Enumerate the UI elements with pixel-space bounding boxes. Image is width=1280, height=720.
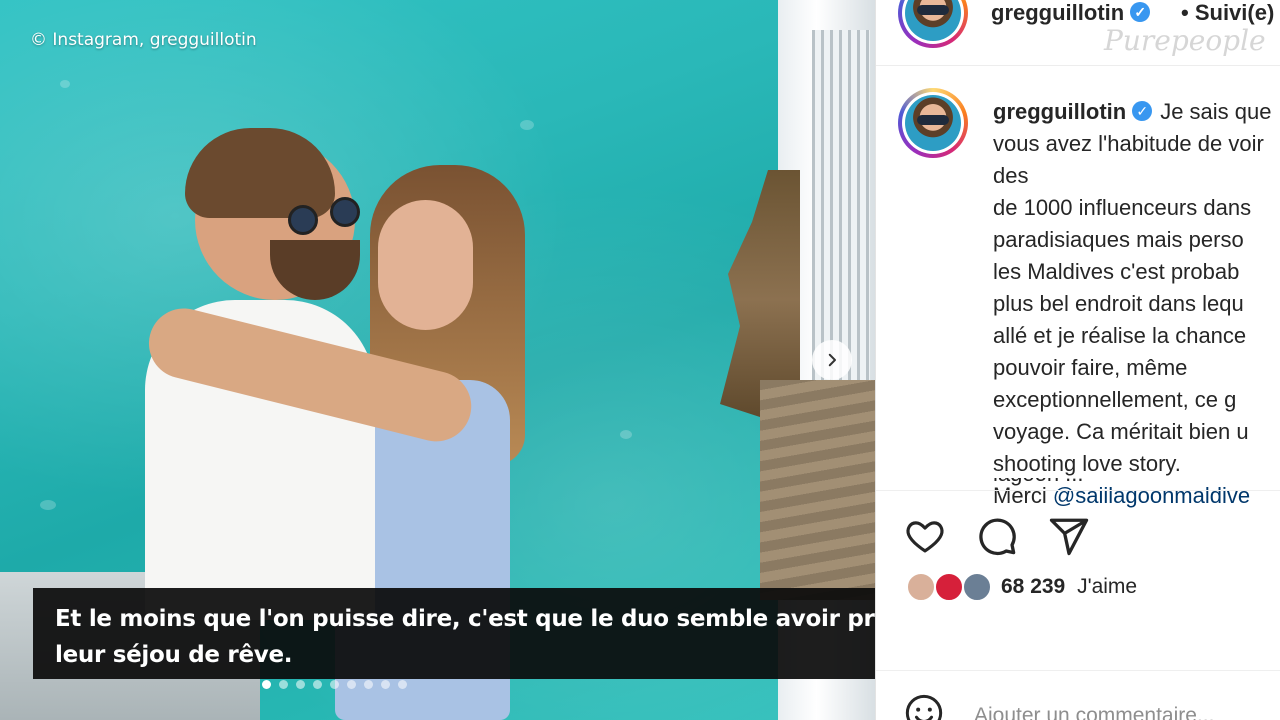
carousel-dot [296,680,305,689]
carousel-dot [262,680,271,689]
caption-cut-line: lagoon ... [993,478,1280,490]
sunglasses-icon [330,197,360,227]
share-icon [1049,518,1089,556]
likes-number: 68 239 [1001,575,1066,598]
next-slide-button[interactable] [812,340,852,380]
liker-avatar [934,572,964,602]
avatar[interactable] [898,0,968,48]
carousel-dot [398,680,407,689]
comment-input[interactable] [974,701,1264,720]
cut-text: lagoon ... [993,478,1280,490]
carousel-dot [364,680,373,689]
chevron-right-icon [828,353,836,367]
comment-button[interactable] [976,515,1018,557]
likes-count[interactable]: 68 239 J'aime [1001,575,1137,599]
water-shimmer [40,500,56,510]
follow-button[interactable]: Suivi(e) [1195,0,1274,25]
header-username[interactable]: gregguillotin ✓ [991,0,1151,26]
comment-bar [876,670,1280,720]
follow-status[interactable]: • Suivi(e) [1181,0,1274,26]
smiley-icon [905,694,943,720]
post-caption: gregguillotin ✓ Je sais que vous avez l'ha… [993,96,1280,512]
carousel-dot [381,680,390,689]
caption-username[interactable]: gregguillotin [993,99,1126,124]
separator: • [1181,0,1189,25]
post-header: gregguillotin ✓ • Suivi(e) Purepeople [876,0,1280,66]
carousel-dot [279,680,288,689]
heart-icon [906,521,944,553]
woman-face [378,200,473,330]
caption-avatar[interactable] [898,88,968,158]
carousel-dot [347,680,356,689]
water-shimmer [520,120,534,130]
like-button[interactable] [904,515,946,557]
water-shimmer [620,430,632,439]
divider [876,490,1280,491]
photo-credit: © Instagram, gregguillotin [30,30,257,50]
carousel-dot [330,680,339,689]
username-link[interactable]: gregguillotin [991,0,1124,25]
watermark: Purepeople [1104,24,1266,57]
verified-icon: ✓ [1132,101,1153,122]
sunglasses-icon [288,205,318,235]
carousel-dots [262,680,407,689]
liker-avatar [906,572,936,602]
comment-icon [979,518,1016,556]
verified-icon: ✓ [1130,2,1151,23]
water-shimmer [60,80,70,88]
caption-body: Je sais que vous avez l'habitude de voir… [993,99,1272,476]
wooden-deck [760,380,875,600]
share-button[interactable] [1048,515,1090,557]
carousel-dot [313,680,322,689]
man-hair [185,128,335,218]
liker-avatar [962,572,992,602]
emoji-button[interactable] [904,693,944,720]
likes-label: J'aime [1077,575,1138,598]
post-sidebar: gregguillotin ✓ • Suivi(e) Purepeople gre… [875,0,1280,720]
